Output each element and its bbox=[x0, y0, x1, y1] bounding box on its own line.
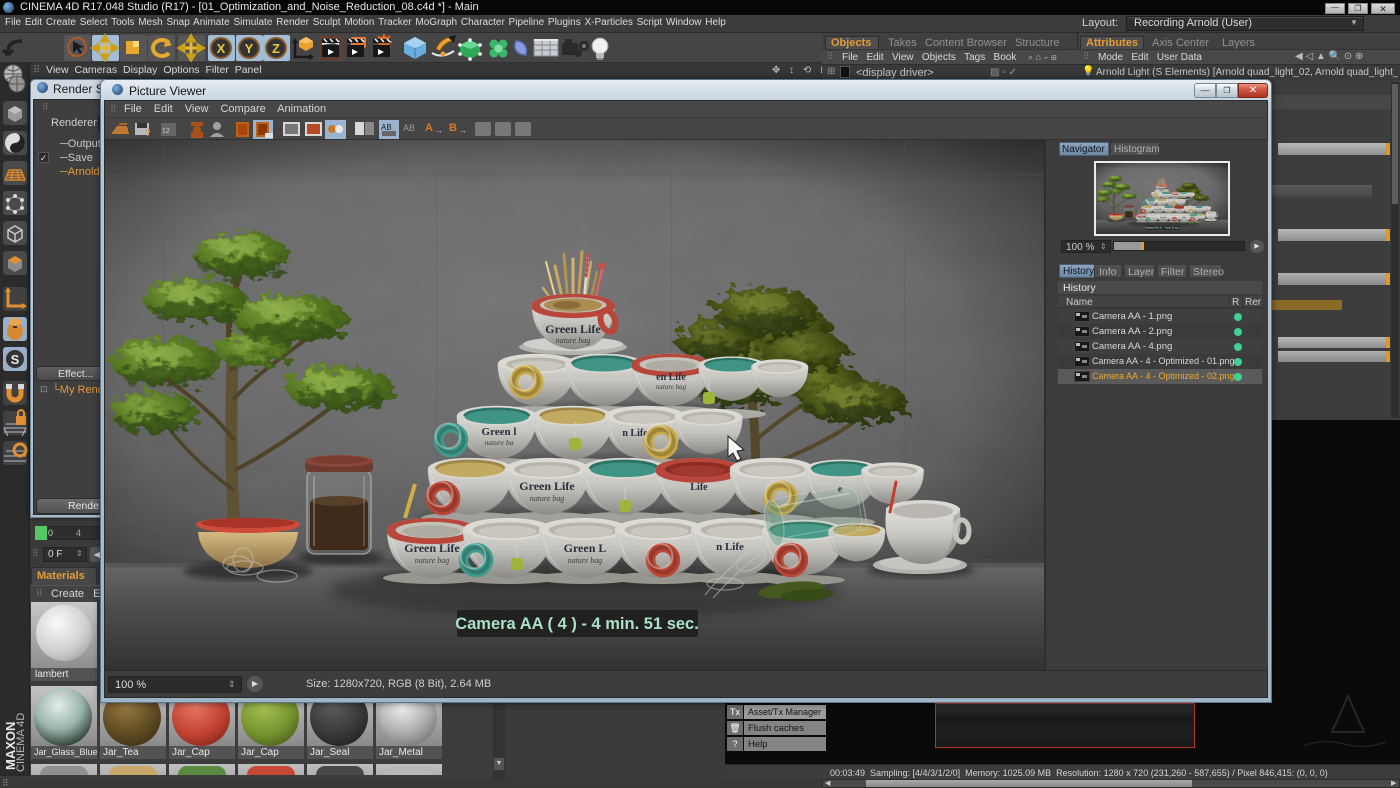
svg-text:12: 12 bbox=[162, 128, 170, 135]
svg-text:AB: AB bbox=[403, 123, 415, 133]
svg-text:Y: Y bbox=[245, 41, 254, 56]
svg-text:Z: Z bbox=[272, 41, 280, 56]
svg-text:X: X bbox=[217, 41, 226, 56]
svg-text:→: → bbox=[435, 126, 443, 135]
svg-text:A: A bbox=[425, 122, 433, 134]
svg-text:S: S bbox=[11, 352, 20, 367]
svg-text:B: B bbox=[449, 122, 457, 134]
svg-text:AB: AB bbox=[381, 123, 392, 132]
svg-text:→: → bbox=[459, 126, 467, 135]
svg-text:?: ? bbox=[145, 128, 151, 138]
